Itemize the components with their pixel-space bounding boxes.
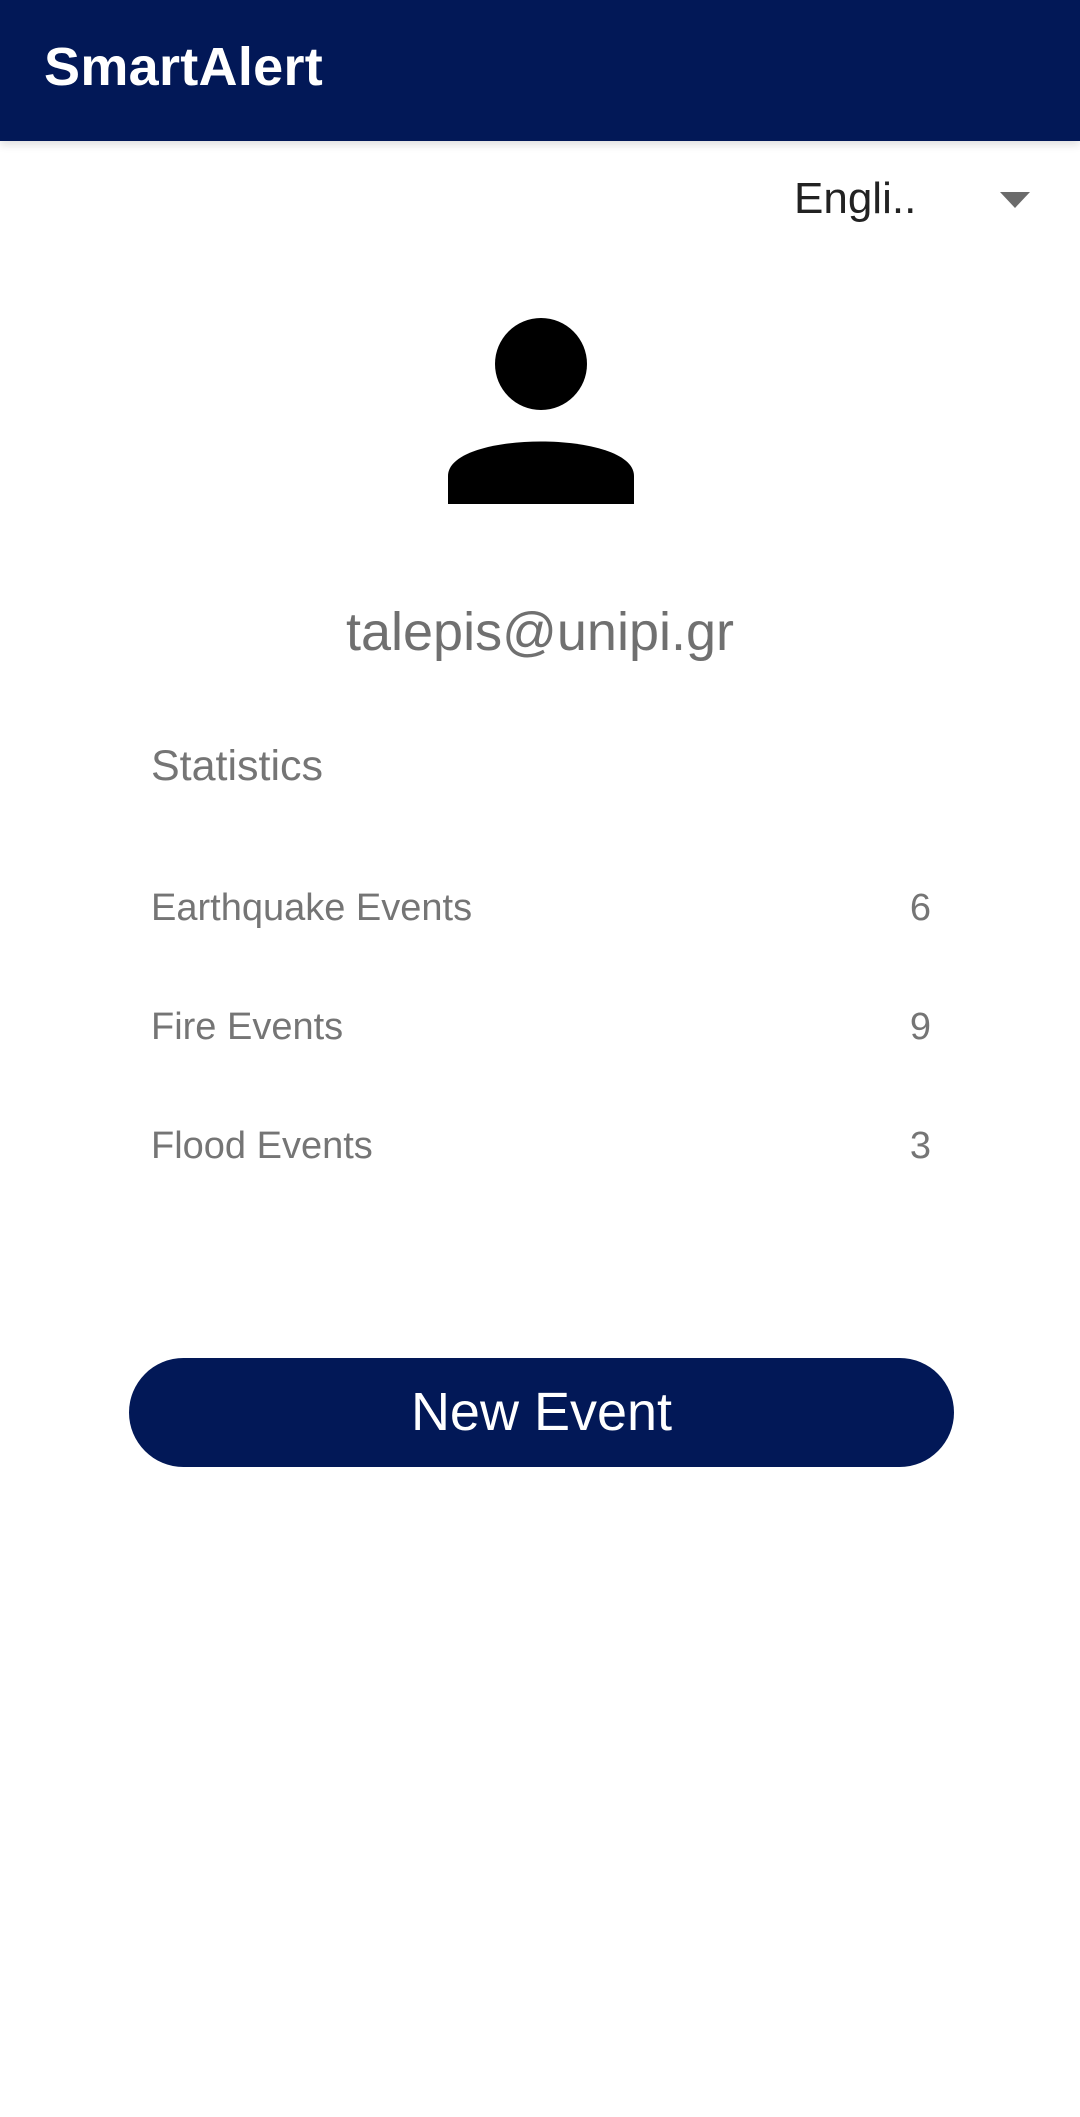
statistics-title: Statistics	[151, 742, 324, 790]
stat-label: Flood Events	[151, 1125, 373, 1167]
language-select-value: Engli..	[794, 174, 917, 223]
stat-row-earthquake: Earthquake Events 6	[151, 878, 931, 938]
app-bar: SmartAlert	[0, 0, 1080, 141]
language-select[interactable]: Engli..	[780, 160, 1040, 240]
new-event-button[interactable]: New Event	[129, 1358, 954, 1467]
stat-row-flood: Flood Events 3	[151, 1116, 931, 1176]
stat-count: 6	[909, 887, 931, 929]
stat-label: Earthquake Events	[151, 887, 473, 929]
stat-count: 9	[909, 1006, 931, 1048]
person-icon	[448, 318, 634, 504]
dropdown-arrow-icon	[1000, 192, 1030, 208]
stat-label: Fire Events	[151, 1006, 344, 1048]
user-email: talepis@unipi.gr	[345, 602, 735, 662]
app-title: SmartAlert	[44, 37, 324, 97]
stat-count: 3	[909, 1125, 931, 1167]
stat-row-fire: Fire Events 9	[151, 997, 931, 1057]
